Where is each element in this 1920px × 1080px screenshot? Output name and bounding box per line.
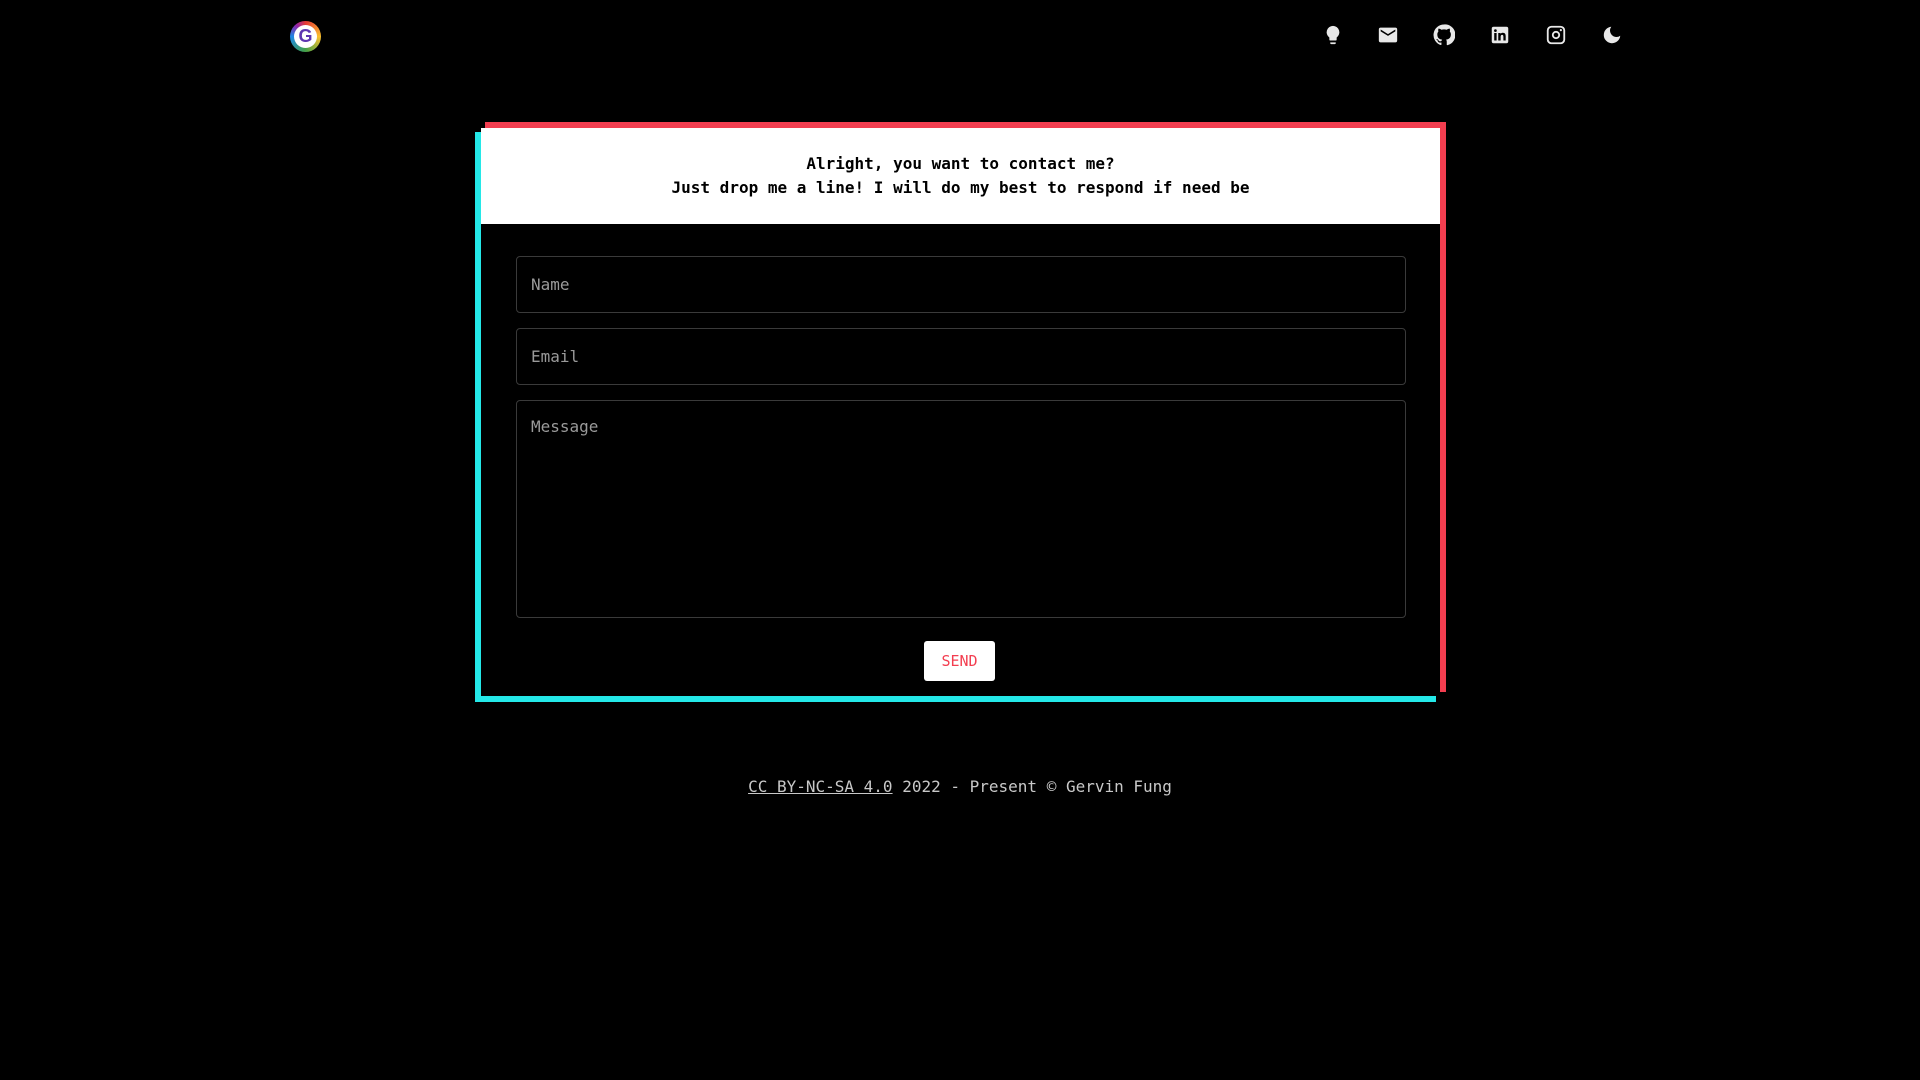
- message-textarea[interactable]: [516, 400, 1406, 618]
- heading-line-1: Alright, you want to contact me?: [806, 154, 1115, 173]
- mail-icon[interactable]: [1375, 22, 1401, 48]
- card-border-red-right: [1440, 122, 1446, 692]
- card-border-cyan-bottom: [475, 696, 1436, 702]
- site-header: G: [0, 0, 1920, 72]
- name-input[interactable]: [516, 256, 1406, 313]
- send-button[interactable]: SEND: [924, 641, 995, 681]
- lightbulb-icon[interactable]: [1320, 22, 1346, 48]
- instagram-icon[interactable]: [1543, 22, 1569, 48]
- contact-form: Alright, you want to contact me? Just dr…: [481, 128, 1440, 696]
- footer-copyright: 2022 - Present © Gervin Fung: [892, 777, 1172, 796]
- moon-icon[interactable]: [1599, 22, 1625, 48]
- heading-line-2: Just drop me a line! I will do my best t…: [671, 178, 1250, 197]
- contact-heading: Alright, you want to contact me? Just dr…: [481, 128, 1440, 224]
- email-input[interactable]: [516, 328, 1406, 385]
- linkedin-icon[interactable]: [1487, 22, 1513, 48]
- site-logo[interactable]: G: [290, 21, 321, 52]
- logo-letter: G: [294, 25, 317, 48]
- github-icon[interactable]: [1431, 22, 1457, 48]
- license-link[interactable]: CC BY-NC-SA 4.0: [748, 777, 893, 796]
- contact-card: Alright, you want to contact me? Just dr…: [475, 122, 1446, 702]
- site-footer: CC BY-NC-SA 4.0 2022 - Present © Gervin …: [0, 777, 1920, 796]
